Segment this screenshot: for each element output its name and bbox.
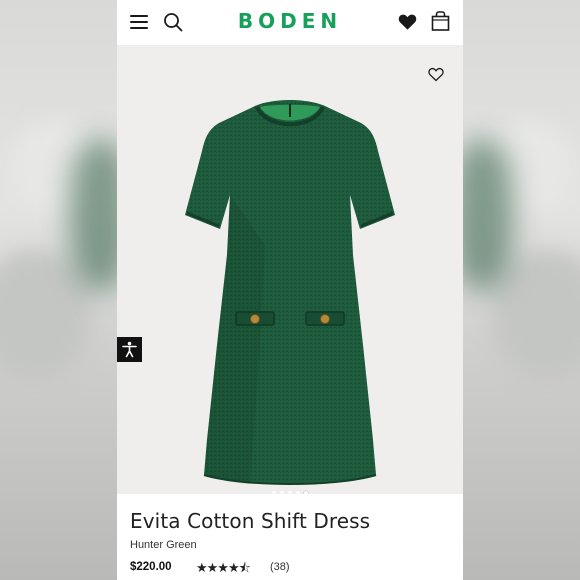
accessibility-figure-icon: [122, 341, 137, 358]
rating-stars-icon[interactable]: ★★★★⯪: [196, 559, 251, 580]
backdrop-left: [0, 0, 130, 580]
mobile-product-page: BODEN Evita Cotton Shift Dress Hunter Gr…: [117, 0, 463, 580]
backdrop-right: [453, 0, 580, 580]
product-image-carousel[interactable]: [117, 45, 463, 495]
heart-filled-icon[interactable]: [398, 13, 417, 31]
dress-image: [185, 100, 395, 485]
product-title: Evita Cotton Shift Dress: [130, 509, 371, 533]
product-color: Hunter Green: [130, 539, 197, 551]
carousel-pagination[interactable]: [117, 482, 463, 495]
shopping-bag-icon[interactable]: [431, 11, 450, 31]
product-info: Evita Cotton Shift Dress Hunter Green $2…: [117, 494, 463, 580]
heart-outline-icon[interactable]: [428, 67, 444, 82]
site-header: BODEN: [117, 0, 463, 45]
review-count[interactable]: (38): [270, 561, 290, 573]
accessibility-icon[interactable]: [117, 337, 142, 362]
product-price: $220.00: [130, 561, 172, 573]
